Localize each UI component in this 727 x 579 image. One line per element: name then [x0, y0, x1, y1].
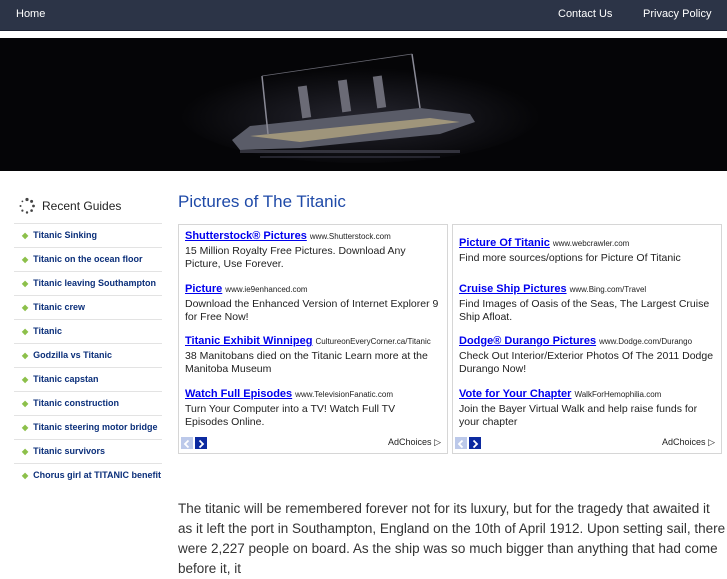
chevron-right-icon: [198, 439, 205, 449]
ad-item: Watch Full Episodes www.TelevisionFanatic…: [185, 387, 441, 429]
list-item[interactable]: ◆ Titanic construction: [14, 391, 162, 415]
nav-home-link[interactable]: Home: [16, 8, 45, 20]
ad-description: Turn Your Computer into a TV! Watch Full…: [185, 403, 396, 428]
chevron-right-icon: [472, 439, 479, 449]
ad-item: Titanic Exhibit Winnipeg CultureonEveryCo…: [185, 334, 441, 376]
ad-description: 38 Manitobans died on the Titanic Learn …: [185, 350, 428, 375]
ad-url[interactable]: CultureonEveryCorner.ca/Titanic: [315, 337, 430, 346]
guide-link[interactable]: Titanic: [33, 326, 62, 336]
ad-box-left: Shutterstock® Pictures www.Shutterstock.c…: [178, 224, 448, 454]
nav-privacy-link[interactable]: Privacy Policy: [643, 8, 711, 20]
ad-description: Find more sources/options for Picture Of…: [459, 252, 681, 264]
ad-url[interactable]: www.TelevisionFanatic.com: [295, 390, 393, 399]
ad-description: Find Images of Oasis of the Seas, The La…: [459, 298, 710, 323]
ad-title-link[interactable]: Vote for Your Chapter: [459, 388, 571, 400]
ad-description: Download the Enhanced Version of Interne…: [185, 298, 439, 323]
guide-link[interactable]: Titanic steering motor bridge: [33, 422, 157, 432]
ad-box-right: Picture Of Titanic www.webcrawler.com Fin…: [452, 224, 722, 454]
ad-footer: AdChoices ▷: [453, 437, 721, 451]
sidebar-title: Recent Guides: [42, 199, 122, 213]
ad-prev-button[interactable]: [181, 437, 193, 449]
ad-url[interactable]: www.Bing.com/Travel: [570, 285, 647, 294]
ad-title-link[interactable]: Picture: [185, 283, 222, 295]
bullet-icon: ◆: [22, 255, 29, 264]
ad-description: 15 Million Royalty Free Pictures. Downlo…: [185, 245, 406, 270]
top-navigation: Home Contact Us Privacy Policy: [0, 0, 727, 31]
sidebar: Recent Guides ◆ Titanic Sinking ◆ Titanic …: [14, 195, 162, 487]
ad-url[interactable]: www.Dodge.com/Durango: [599, 337, 692, 346]
ad-title-link[interactable]: Cruise Ship Pictures: [459, 283, 567, 295]
ad-footer: AdChoices ▷: [179, 437, 447, 451]
ad-url[interactable]: www.webcrawler.com: [553, 239, 629, 248]
bullet-icon: ◆: [22, 231, 29, 240]
list-item[interactable]: ◆ Titanic: [14, 319, 162, 343]
guide-link[interactable]: Titanic crew: [33, 302, 85, 312]
bullet-icon: ◆: [22, 327, 29, 336]
recent-guides-list: ◆ Titanic Sinking ◆ Titanic on the ocean f…: [14, 223, 162, 487]
bullet-icon: ◆: [22, 303, 29, 312]
guide-link[interactable]: Chorus girl at TITANIC benefit: [33, 470, 161, 480]
list-item[interactable]: ◆ Chorus girl at TITANIC benefit: [14, 463, 162, 487]
ad-item: Shutterstock® Pictures www.Shutterstock.c…: [185, 229, 441, 271]
guide-link[interactable]: Titanic construction: [33, 398, 119, 408]
ad-title-link[interactable]: Dodge® Durango Pictures: [459, 335, 596, 347]
article-body: The titanic will be remembered forever n…: [178, 501, 726, 576]
ad-item: Vote for Your Chapter WalkForHemophilia.c…: [459, 387, 715, 429]
list-item[interactable]: ◆ Titanic crew: [14, 295, 162, 319]
header-banner-image: [0, 38, 727, 171]
ad-next-button[interactable]: [469, 437, 481, 449]
bullet-icon: ◆: [22, 279, 29, 288]
guide-link[interactable]: Titanic capstan: [33, 374, 98, 384]
bullet-icon: ◆: [22, 471, 29, 480]
ad-next-button[interactable]: [195, 437, 207, 449]
ad-url[interactable]: www.ie9enhanced.com: [225, 285, 307, 294]
ad-item: Cruise Ship Pictures www.Bing.com/Travel …: [459, 282, 715, 324]
ad-url[interactable]: www.Shutterstock.com: [310, 232, 391, 241]
list-item[interactable]: ◆ Titanic leaving Southampton: [14, 271, 162, 295]
list-item[interactable]: ◆ Titanic on the ocean floor: [14, 247, 162, 271]
loading-spinner-icon: [19, 197, 35, 214]
list-item[interactable]: ◆ Titanic survivors: [14, 439, 162, 463]
guide-link[interactable]: Titanic on the ocean floor: [33, 254, 142, 264]
page-title: Pictures of The Titanic: [178, 192, 346, 211]
list-item[interactable]: ◆ Titanic steering motor bridge: [14, 415, 162, 439]
guide-link[interactable]: Titanic leaving Southampton: [33, 278, 156, 288]
play-triangle-icon: ▷: [708, 437, 715, 447]
ad-item: Dodge® Durango Pictures www.Dodge.com/Dur…: [459, 334, 715, 376]
list-item[interactable]: ◆ Titanic Sinking: [14, 223, 162, 247]
sidebar-header: Recent Guides: [18, 195, 162, 217]
chevron-left-icon: [457, 439, 464, 449]
ad-url[interactable]: WalkForHemophilia.com: [574, 390, 661, 399]
ad-prev-button[interactable]: [455, 437, 467, 449]
list-item[interactable]: ◆ Godzilla vs Titanic: [14, 343, 162, 367]
bullet-icon: ◆: [22, 375, 29, 384]
guide-link[interactable]: Titanic Sinking: [33, 230, 97, 240]
ad-title-link[interactable]: Shutterstock® Pictures: [185, 230, 307, 242]
ad-title-link[interactable]: Titanic Exhibit Winnipeg: [185, 335, 312, 347]
ad-title-link[interactable]: Watch Full Episodes: [185, 388, 292, 400]
bullet-icon: ◆: [22, 351, 29, 360]
bullet-icon: ◆: [22, 423, 29, 432]
chevron-left-icon: [183, 439, 190, 449]
nav-contact-link[interactable]: Contact Us: [558, 8, 612, 20]
ad-item: Picture Of Titanic www.webcrawler.com Fin…: [459, 236, 715, 265]
adchoices-link[interactable]: AdChoices ▷: [662, 437, 715, 448]
play-triangle-icon: ▷: [434, 437, 441, 447]
ad-title-link[interactable]: Picture Of Titanic: [459, 237, 550, 249]
ad-description: Join the Bayer Virtual Walk and help rai…: [459, 403, 698, 428]
bullet-icon: ◆: [22, 447, 29, 456]
ad-item: Picture www.ie9enhanced.com Download the …: [185, 282, 441, 324]
bullet-icon: ◆: [22, 399, 29, 408]
ad-description: Check Out Interior/Exterior Photos Of Th…: [459, 350, 714, 375]
guide-link[interactable]: Titanic survivors: [33, 446, 105, 456]
adchoices-link[interactable]: AdChoices ▷: [388, 437, 441, 448]
guide-link[interactable]: Godzilla vs Titanic: [33, 350, 112, 360]
list-item[interactable]: ◆ Titanic capstan: [14, 367, 162, 391]
titanic-sinking-illustration: [0, 38, 727, 171]
